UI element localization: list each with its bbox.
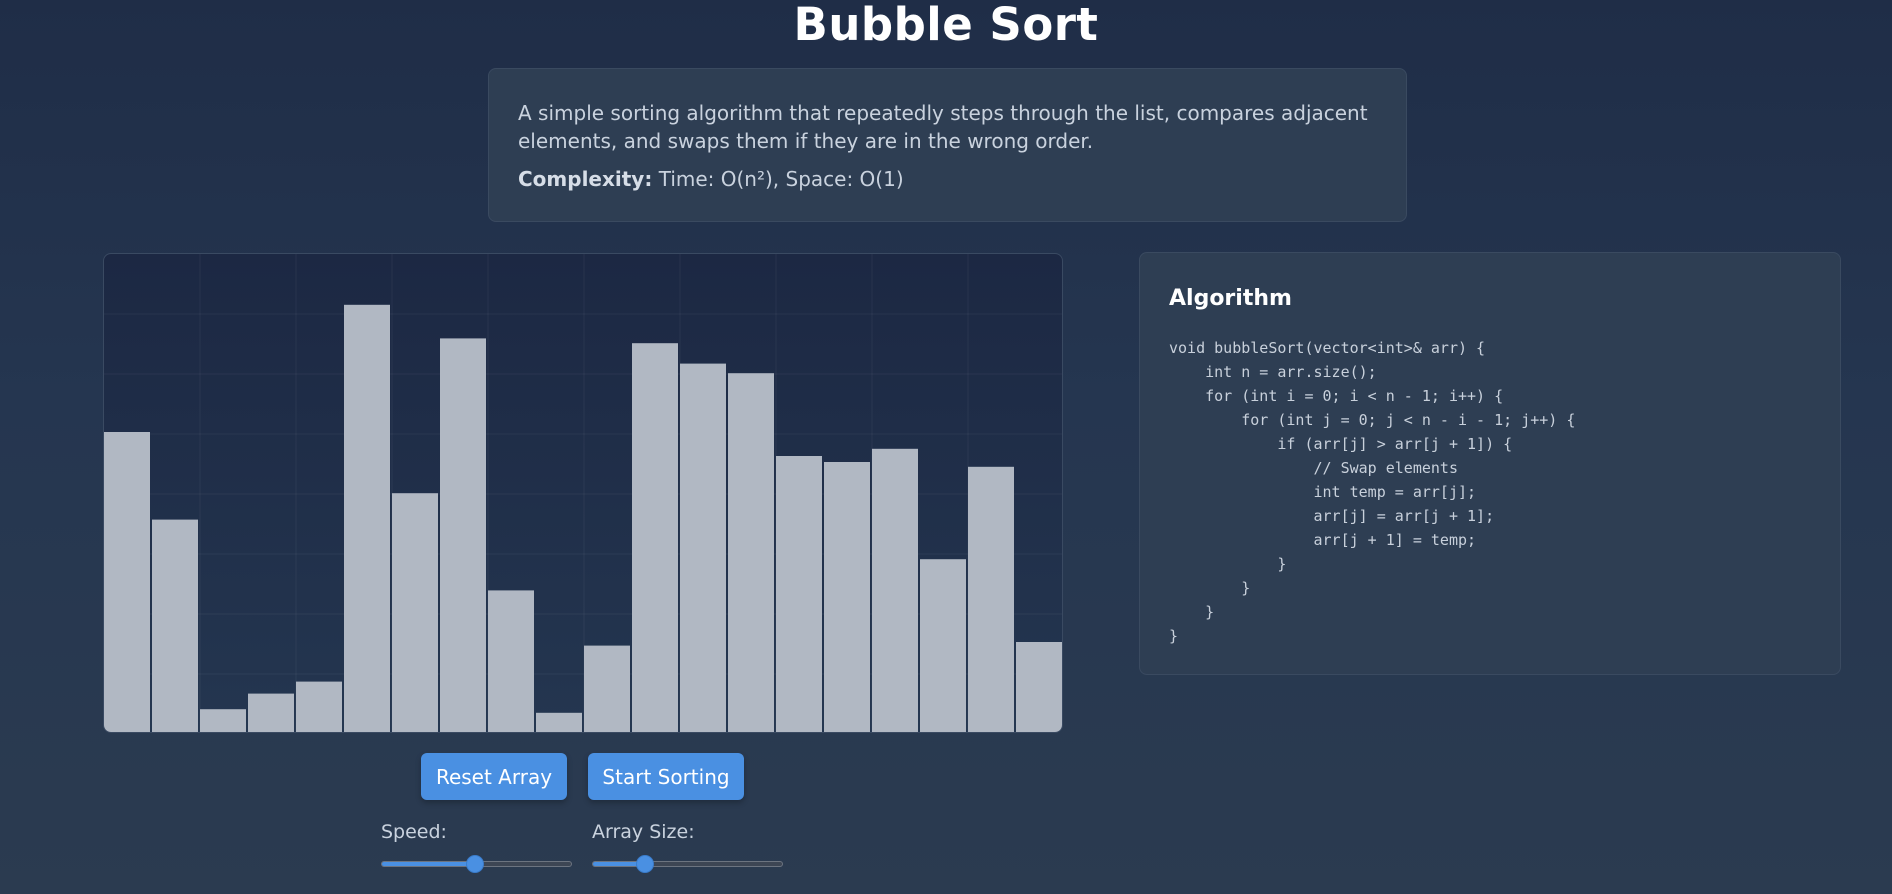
algorithm-title: Algorithm	[1169, 286, 1292, 311]
speed-slider-fill	[382, 862, 475, 866]
array-bar	[680, 363, 726, 732]
array-bar	[248, 693, 294, 732]
speed-label: Speed:	[381, 821, 447, 843]
array-bar	[1016, 642, 1062, 732]
array-size-label: Array Size:	[592, 821, 695, 843]
description-card: A simple sorting algorithm that repeated…	[488, 68, 1407, 222]
array-bar	[536, 712, 582, 732]
array-bar	[872, 448, 918, 732]
grid-lines	[104, 254, 1062, 732]
array-bar	[488, 590, 534, 732]
array-bar	[104, 432, 150, 732]
array-bar	[584, 645, 630, 732]
array-bar	[200, 709, 246, 732]
array-bars	[104, 304, 1062, 732]
description-text: A simple sorting algorithm that repeated…	[518, 101, 1368, 153]
array-bar	[968, 466, 1014, 732]
complexity-line: Complexity: Time: O(n²), Space: O(1)	[518, 165, 1376, 193]
array-bar	[776, 456, 822, 732]
algorithm-code: void bubbleSort(vector<int>& arr) { int …	[1169, 339, 1576, 645]
array-bar	[632, 343, 678, 732]
complexity-label: Complexity:	[518, 167, 653, 191]
array-visualizer	[103, 253, 1063, 733]
array-bar	[920, 559, 966, 732]
algorithm-card: Algorithm void bubbleSort(vector<int>& a…	[1139, 252, 1841, 675]
page-title: Bubble Sort	[793, 0, 1099, 51]
reset-array-button[interactable]: Reset Array	[421, 753, 567, 800]
start-sorting-button[interactable]: Start Sorting	[588, 753, 744, 800]
array-bar	[728, 373, 774, 732]
array-bar	[824, 462, 870, 732]
array-bar	[152, 519, 198, 732]
array-bar	[392, 493, 438, 732]
array-size-slider-track[interactable]	[592, 861, 783, 867]
speed-slider-thumb[interactable]	[465, 855, 484, 873]
array-bar	[440, 338, 486, 732]
complexity-value: Time: O(n²), Space: O(1)	[652, 167, 904, 191]
bar-chart-canvas	[104, 254, 1062, 732]
array-size-slider[interactable]	[592, 855, 783, 873]
array-size-slider-thumb[interactable]	[636, 855, 655, 873]
speed-slider[interactable]	[381, 855, 572, 873]
array-bar	[344, 304, 390, 732]
array-bar	[296, 681, 342, 732]
